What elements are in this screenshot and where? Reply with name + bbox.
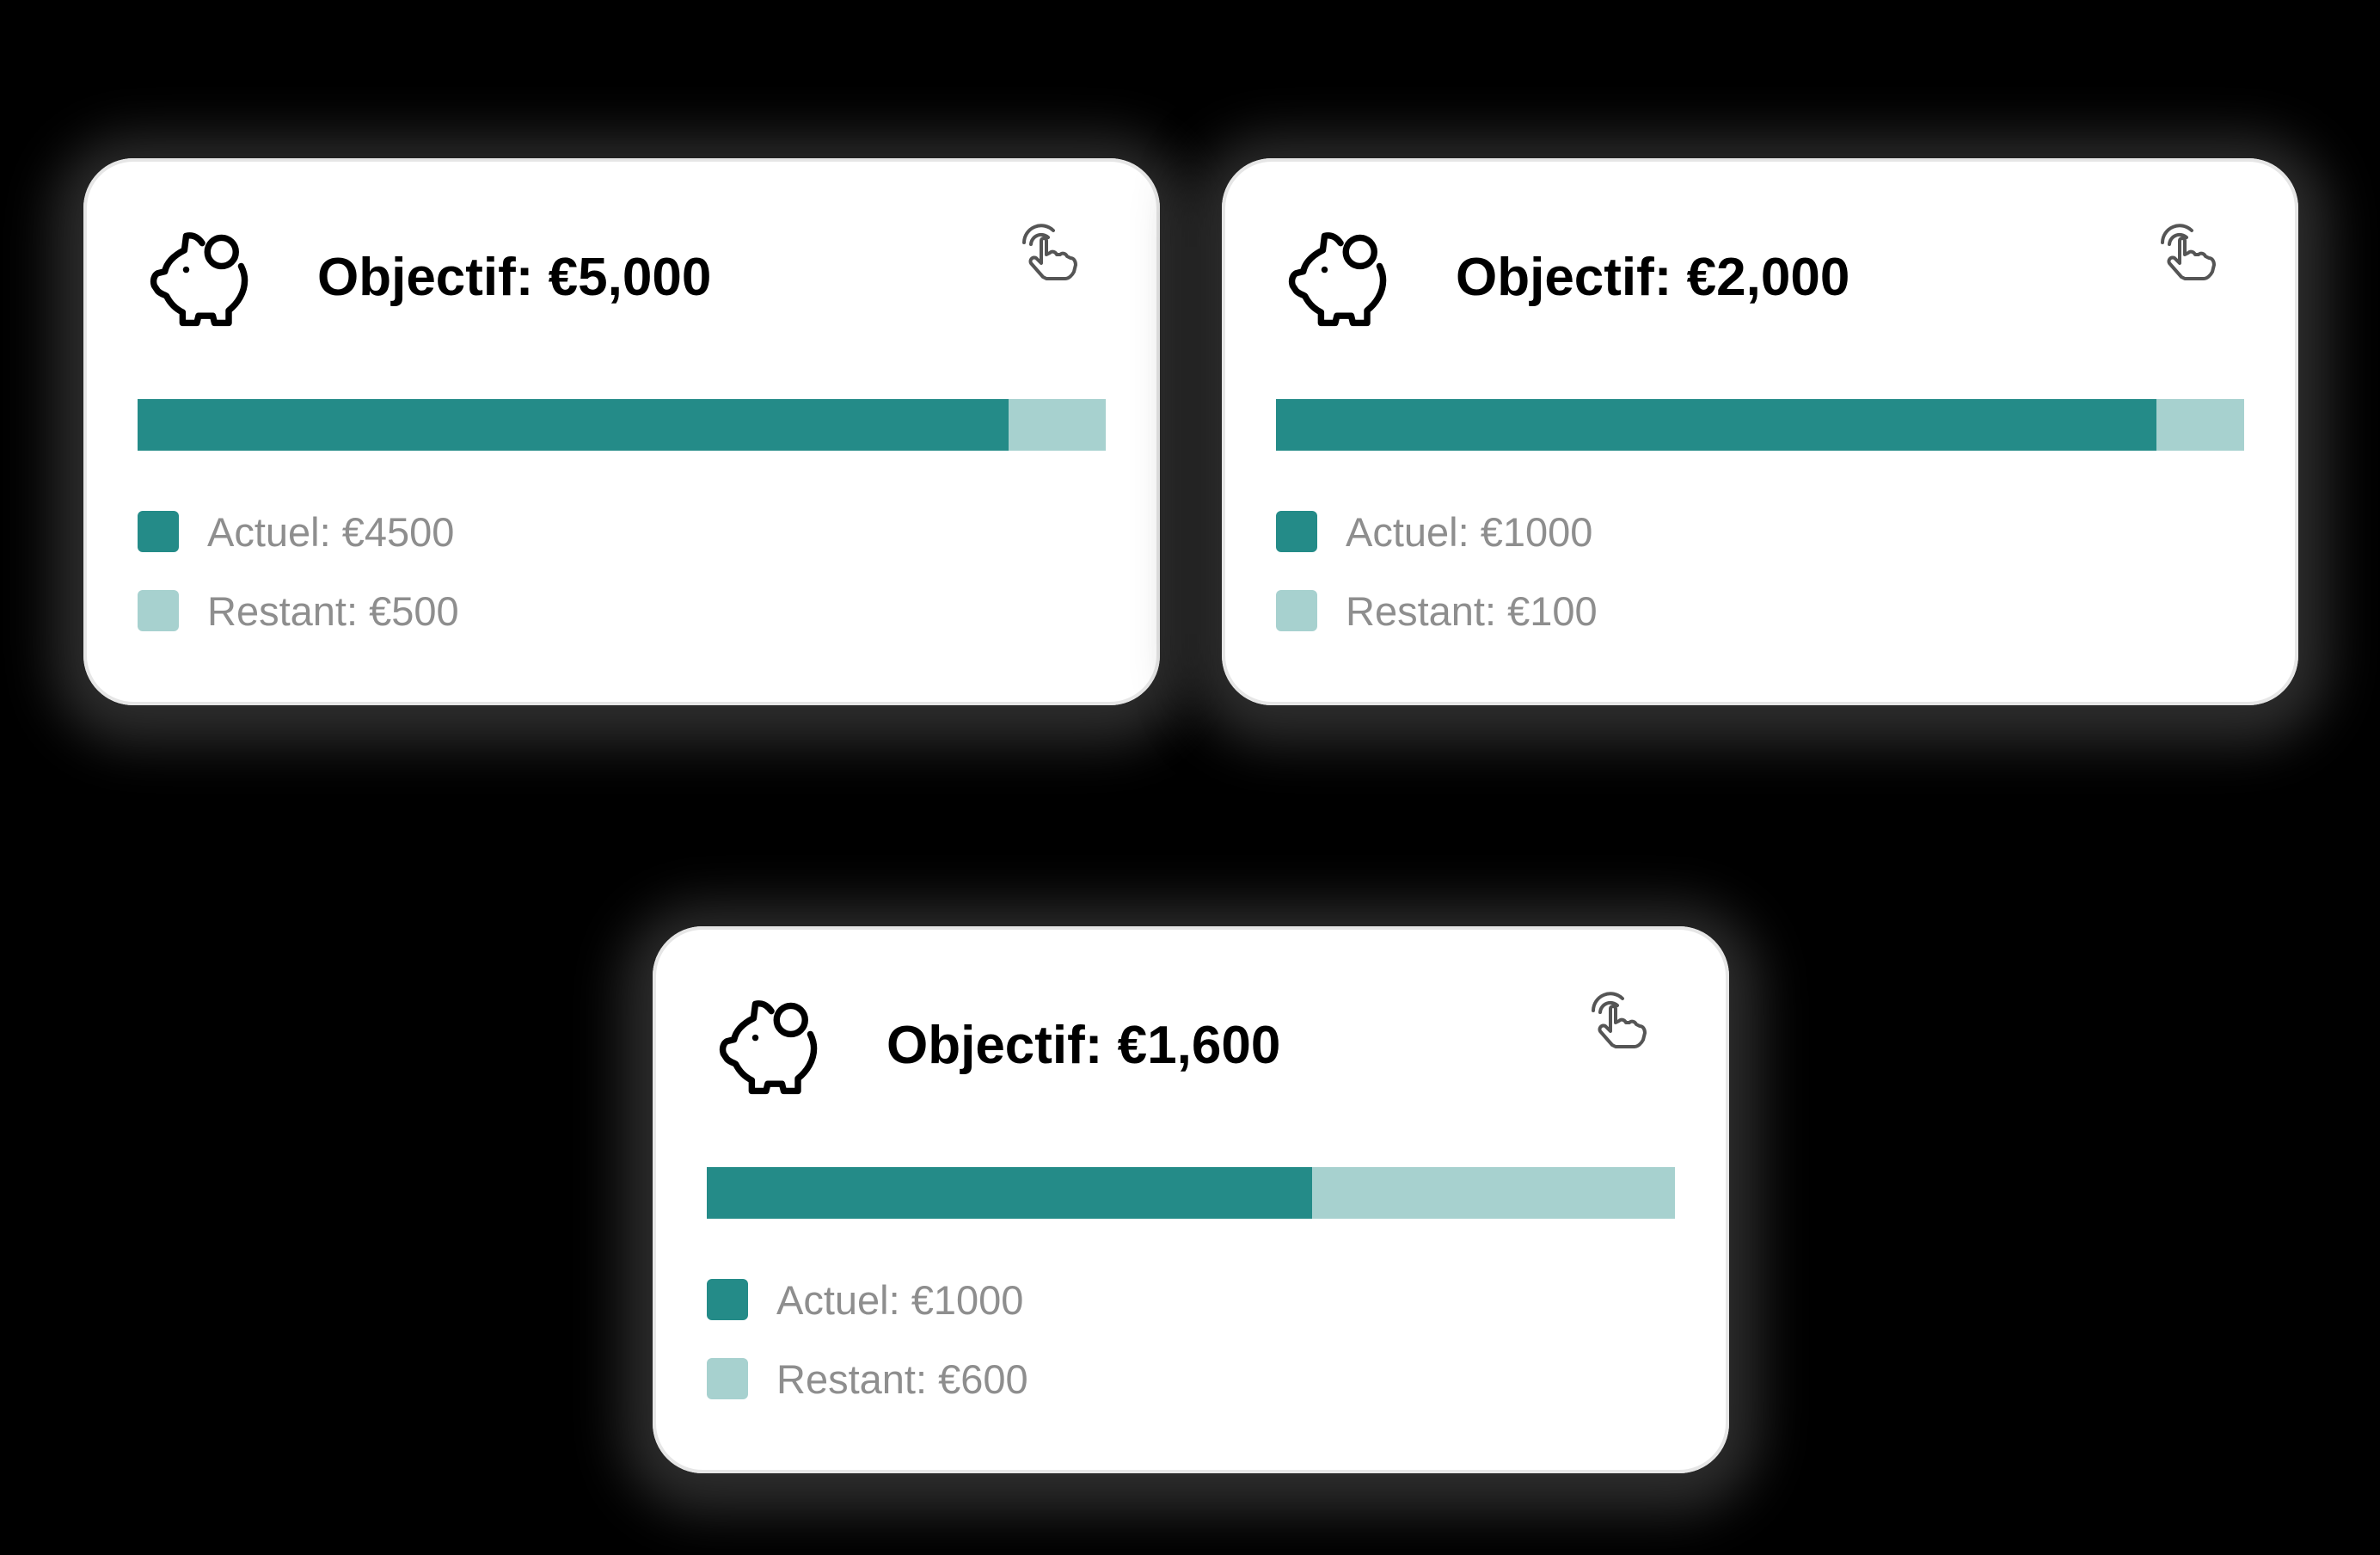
progress-fill [1276,399,2156,451]
remaining-amount-label: Restant: €600 [776,1355,1028,1402]
legend-swatch-remaining [707,1358,748,1399]
progress-fill [138,399,1009,451]
legend-swatch-current [707,1279,748,1320]
legend-remaining: Restant: €100 [1276,590,1598,631]
legend-current: Actuel: €1000 [1276,511,1592,552]
goal-title: Objectif: €2,000 [1456,248,1850,307]
savings-goal-card[interactable]: Objectif: €1,600 Actuel: €1000 Restant: … [653,926,1729,1473]
remaining-amount-label: Restant: €100 [1346,587,1598,634]
progress-fill [707,1167,1312,1219]
piggy-bank-icon [719,1000,818,1095]
piggy-bank-icon [150,232,248,327]
legend-current: Actuel: €4500 [138,511,454,552]
current-amount-label: Actuel: €4500 [207,508,455,555]
tap-gesture-icon[interactable] [1585,986,1653,1055]
legend-swatch-current [138,511,179,552]
legend-current: Actuel: €1000 [707,1279,1023,1320]
goal-title: Objectif: €1,600 [886,1016,1281,1075]
savings-goals-screen: { "colors": { "current": "#248b88", "rem… [0,0,2380,1555]
progress-bar [707,1167,1675,1219]
tap-gesture-icon[interactable] [1015,218,1084,287]
savings-goal-card[interactable]: Objectif: €5,000 Actuel: €4500 Restant: … [83,158,1160,705]
progress-bar [1276,399,2244,451]
savings-goal-card[interactable]: Objectif: €2,000 Actuel: €1000 Restant: … [1222,158,2298,705]
legend-remaining: Restant: €600 [707,1358,1028,1399]
legend-swatch-remaining [138,590,179,631]
legend-remaining: Restant: €500 [138,590,459,631]
legend-swatch-remaining [1276,590,1317,631]
legend-swatch-current [1276,511,1317,552]
piggy-bank-icon [1288,232,1387,327]
remaining-amount-label: Restant: €500 [207,587,459,634]
goal-title: Objectif: €5,000 [317,248,712,307]
tap-gesture-icon[interactable] [2154,218,2223,287]
current-amount-label: Actuel: €1000 [776,1276,1024,1323]
progress-bar [138,399,1106,451]
current-amount-label: Actuel: €1000 [1346,508,1593,555]
